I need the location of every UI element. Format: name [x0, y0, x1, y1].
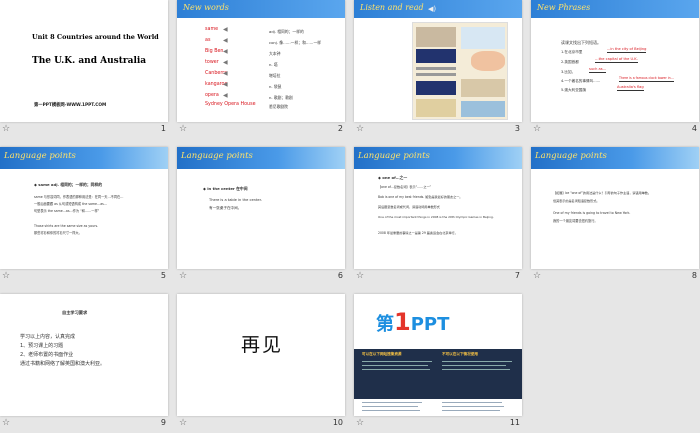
definition: 堪培拉	[269, 73, 281, 78]
logo: 第1PPT	[376, 308, 450, 336]
point-line: 但其表示的是名词短语复数形式。	[553, 199, 600, 203]
slide-number: 1	[160, 124, 166, 133]
slide-header: Language points	[535, 151, 607, 161]
point-title: ◆ one of…之一	[378, 175, 408, 180]
star-icon: ☆	[179, 418, 188, 428]
slide-header: Language points	[358, 151, 430, 161]
slide-header: New words	[183, 3, 229, 12]
point-line: Those shirts are the same size as yours.	[34, 224, 99, 228]
slide-number: 6	[337, 271, 343, 280]
speaker-icon[interactable]: ◀	[223, 38, 229, 44]
slide-number: 10	[332, 418, 343, 427]
task-line: 学习以上内容，认真完成	[20, 334, 76, 340]
definition: 大本钟	[269, 51, 281, 56]
phrase-answer: There is a famous clock tower in…	[619, 76, 674, 82]
word: Big Ben	[205, 49, 224, 54]
speaker-icon[interactable]: ◀	[223, 93, 229, 99]
slide-number: 8	[691, 271, 697, 280]
star-icon: ☆	[356, 124, 365, 134]
point-line: 有一张桌子在中间。	[209, 206, 242, 210]
slide-header: New Phrases	[537, 3, 591, 12]
point-line: There is a table in the center.	[209, 198, 262, 202]
point-title: ◆ same adj. 相同的；一样的；同样的	[34, 182, 103, 187]
speaker-icon[interactable]: ◀	[223, 82, 229, 88]
phrase-item: 3.比如，	[561, 70, 576, 74]
point-line: 那些衬衫和你的衬衫尺寸一样大。	[34, 231, 82, 235]
star-icon: ☆	[533, 124, 542, 134]
point-line: 一般后面要跟 as 从句或短语构成 the same…as…	[34, 202, 108, 206]
phrase-answer: Australia's flag	[617, 85, 644, 91]
phrase-answer: such as…	[589, 67, 607, 73]
star-icon: ☆	[2, 418, 11, 428]
band-right-title: 不可以在以下情况使用	[442, 352, 478, 356]
slide-number: 3	[514, 124, 520, 133]
phrase-item: 5.澳大利亚国旗	[561, 88, 586, 92]
point-line: same 与形容词同，作表语的那种用法是：在同一天…不同在…	[34, 195, 124, 199]
slide-footer: 第一PPT模板网-WWW.1PPT.COM	[34, 103, 107, 108]
point-title: ◆ in the center 在中间	[203, 186, 248, 191]
slide-header: Language points	[4, 151, 76, 161]
definition: n. 塔	[269, 62, 278, 67]
word: same	[205, 27, 219, 32]
definition: n. 歌剧；歌剧	[269, 95, 293, 100]
phrase-item: 2.英国首都	[561, 60, 579, 64]
point-line: One of my friends is going to travel to …	[553, 211, 631, 215]
speaker-icon[interactable]: ◀	[223, 27, 229, 33]
task-line: 2、老师布置的书面作业	[20, 352, 74, 358]
slide-header: Language points	[181, 151, 253, 161]
point-line: 其后跟复数名词或代词，谓语动词用单数形式	[378, 205, 440, 209]
phrase-item: 4.一个著名的事情叫……	[561, 79, 601, 83]
info-band: 可以在以下网站搜集资源 不可以在以下情况使用	[354, 349, 522, 399]
speaker-icon[interactable]: ◀)	[428, 5, 436, 13]
task-line: 1、预习课上的习题	[20, 343, 64, 349]
speaker-icon[interactable]: ◀	[223, 49, 229, 55]
speaker-icon[interactable]: ◀	[223, 71, 229, 77]
point-line: 我的一个朋友将要去纽约旅行。	[553, 219, 598, 223]
definition: 悉尼歌剧院	[269, 104, 288, 109]
slide-number: 11	[509, 418, 520, 427]
slide-number: 4	[691, 124, 697, 133]
band-left-title: 可以在以下网站搜集资源	[362, 352, 402, 356]
star-icon: ☆	[179, 271, 188, 281]
textbook-page-image	[412, 22, 508, 120]
star-icon: ☆	[2, 124, 11, 134]
point-line: 句型表示 the same…as…作为 “和……一样”	[34, 209, 100, 213]
slide-title: 自主学习要求	[62, 310, 88, 315]
star-icon: ☆	[356, 271, 365, 281]
point-line: 【拓展】be “one of”的用法是什么？引导的句子作主语，谓语用单数。	[553, 191, 651, 195]
star-icon: ☆	[356, 418, 365, 428]
definition: conj. 像……一样；和……一样	[269, 40, 322, 45]
definition: adj. 相同的；一样的	[269, 29, 304, 34]
word: opera	[205, 93, 219, 98]
phrase-item: 1.在北京市里	[561, 50, 583, 54]
word: Sydney Opera House	[205, 102, 256, 107]
point-line: Bob is one of my best friends. 鲍勃是我最好的朋友…	[378, 195, 463, 199]
goodbye-text: 再见	[241, 334, 284, 356]
slide-subtitle: The U.K. and Australia	[32, 56, 147, 66]
speaker-icon[interactable]: ◀	[223, 60, 229, 66]
slide-number: 5	[160, 271, 166, 280]
phrase-answer: ...in the city of Beijing	[607, 47, 647, 53]
phrase-intro: 读课文找出下列短语。	[561, 40, 601, 45]
star-icon: ☆	[2, 271, 11, 281]
word: tower	[205, 60, 219, 65]
star-icon: ☆	[533, 271, 542, 281]
word: as	[205, 38, 211, 43]
point-line: 【one of…复数名词】表示“……之一”	[378, 185, 432, 189]
slide-title: Unit 8 Countries around the World	[32, 33, 159, 41]
slide-header: Listen and read	[360, 3, 424, 12]
point-line: 2008 年最重要的事情之一是第 29 届奥运会在北京举行。	[378, 231, 458, 235]
slide-number: 2	[337, 124, 343, 133]
point-line: One of the most important things in 2008…	[378, 215, 494, 219]
phrase-answer: …the capital of the U.K.	[595, 57, 638, 63]
task-line: 通过书籍和网络了解英国和澳大利亚。	[20, 361, 106, 367]
slide-number: 7	[514, 271, 520, 280]
slide-number: 9	[160, 418, 166, 427]
star-icon: ☆	[179, 124, 188, 134]
definition: n. 袋鼠	[269, 84, 282, 89]
